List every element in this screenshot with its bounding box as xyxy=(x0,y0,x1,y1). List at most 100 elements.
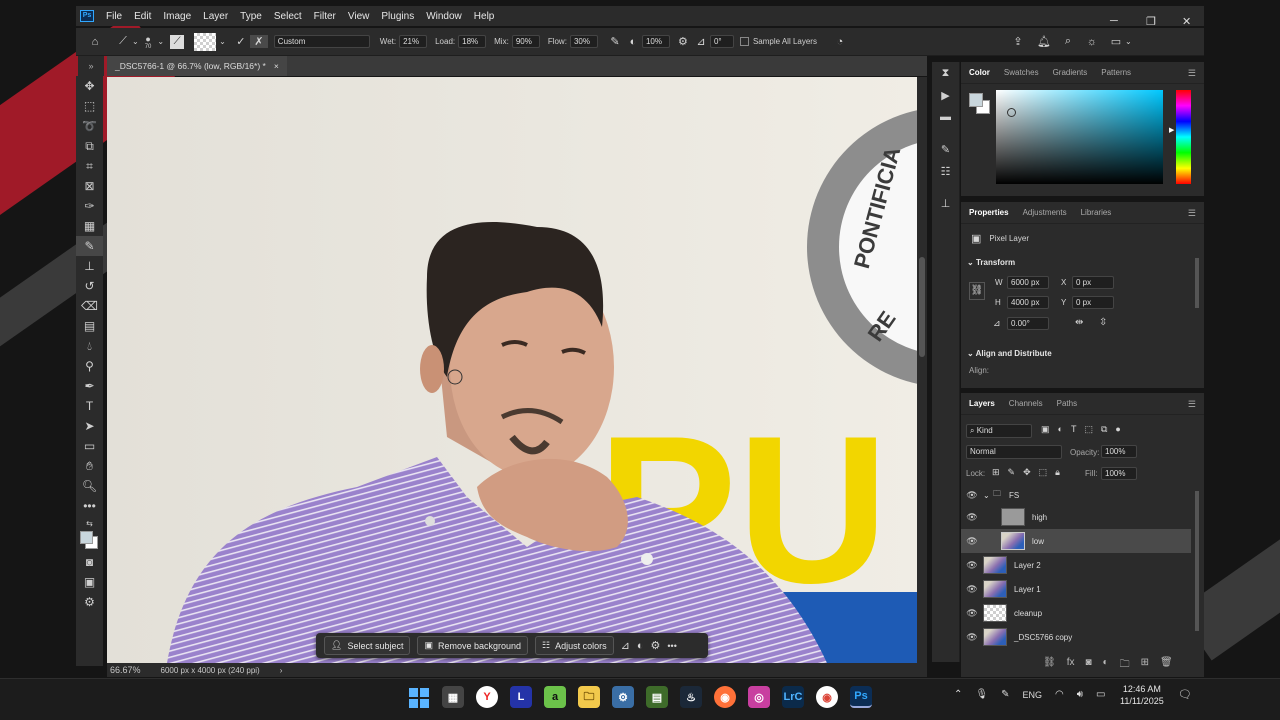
menu-type[interactable]: Type xyxy=(234,11,268,22)
filter-pixel-icon[interactable]: ▣ xyxy=(1041,424,1050,435)
hand-tool-icon[interactable]: ✋︎ xyxy=(76,456,103,476)
panel-menu-icon[interactable]: ☰ xyxy=(1188,208,1196,219)
chevron-down-icon[interactable]: ⌄ xyxy=(1125,37,1132,46)
edit-toolbar-icon[interactable]: ⚙ xyxy=(76,592,103,612)
yandex-browser-icon[interactable]: Y xyxy=(476,686,498,708)
l-app-icon[interactable]: L xyxy=(510,686,532,708)
brush-tool-icon[interactable]: ✎ xyxy=(76,236,103,256)
lock-transparent-icon[interactable]: ⊞ xyxy=(992,467,1000,478)
marquee-tool-icon[interactable]: ⬚ xyxy=(76,96,103,116)
layer-row-fs[interactable]: 👁︎ ⌄ 🗀︎ FS xyxy=(961,483,1191,507)
object-selection-tool-icon[interactable]: ⧉ xyxy=(76,136,103,156)
adjustment-icon[interactable]: ⚙ xyxy=(651,639,661,652)
healing-brush-tool-icon[interactable]: ▦ xyxy=(76,216,103,236)
clone-stamp-tool-icon[interactable]: ⊥ xyxy=(76,256,103,276)
menu-layer[interactable]: Layer xyxy=(197,11,234,22)
more-tools-icon[interactable]: ••• xyxy=(76,496,103,516)
lock-all-icon[interactable]: 🔒︎ xyxy=(1055,467,1060,478)
language-indicator[interactable]: ENG xyxy=(1022,690,1042,700)
clean-brush-icon[interactable]: ✗ xyxy=(249,35,268,48)
load-brush-icon[interactable]: ✓ xyxy=(232,35,250,48)
swap-colors-icon[interactable]: ⇆ xyxy=(76,516,103,530)
lock-image-icon[interactable]: ✎ xyxy=(1008,467,1016,478)
transform-header[interactable]: ⌄ Transform xyxy=(967,258,1015,267)
mix-field[interactable]: 90% xyxy=(511,35,540,48)
preset-select[interactable]: Custom xyxy=(273,35,370,48)
menu-image[interactable]: Image xyxy=(157,11,197,22)
blend-mode-select[interactable]: Normal xyxy=(966,445,1062,459)
eye-icon[interactable]: 👁︎ xyxy=(961,536,983,547)
zoom-level[interactable]: 66.67% xyxy=(110,665,141,675)
status-menu-arrow[interactable]: › xyxy=(280,666,283,675)
wet-field[interactable]: 21% xyxy=(399,35,428,48)
toggle-brush-panel-icon[interactable]: ⟋ xyxy=(170,34,185,49)
fill-field[interactable]: 100% xyxy=(1101,467,1137,480)
width-field[interactable]: 6000 px xyxy=(1007,276,1049,289)
lock-position-icon[interactable]: ✥ xyxy=(1023,467,1031,478)
filter-type-icon[interactable]: T xyxy=(1071,424,1077,435)
transform-icon[interactable]: ⊿ xyxy=(621,639,630,652)
chevron-down-icon[interactable]: ⌄ xyxy=(219,37,226,46)
more-options-icon[interactable]: ••• xyxy=(667,641,676,651)
select-subject-button[interactable]: 👤︎ Select subject xyxy=(324,636,411,655)
sample-all-checkbox[interactable] xyxy=(739,37,749,46)
tab-patterns[interactable]: Patterns xyxy=(1101,68,1131,77)
minimize-icon[interactable]: ─ xyxy=(1110,15,1118,27)
fx-icon[interactable]: fx xyxy=(1067,657,1075,674)
filter-adjustment-icon[interactable]: ◐ xyxy=(1058,424,1063,435)
foreground-color-swatch[interactable] xyxy=(80,531,93,544)
color-field[interactable] xyxy=(996,90,1163,184)
tab-channels[interactable]: Channels xyxy=(1009,399,1043,408)
chevron-down-icon[interactable]: ⌄ xyxy=(983,491,993,500)
home-icon[interactable]: ⌂ xyxy=(86,36,104,48)
history-icon[interactable]: ⧗ xyxy=(932,62,959,84)
stamp-icon[interactable]: ⊥ xyxy=(932,192,959,214)
menu-help[interactable]: Help xyxy=(468,11,501,22)
delete-layer-icon[interactable]: 🗑︎ xyxy=(1160,657,1173,674)
document-tab[interactable]: _DSC5766-1 @ 66.7% (low, RGB/16*) * × xyxy=(107,56,287,76)
menu-file[interactable]: File xyxy=(100,11,128,22)
layer-row-low[interactable]: 👁︎ low xyxy=(961,529,1191,553)
battery-icon[interactable]: ▭ xyxy=(1096,689,1105,700)
link-dimensions-icon[interactable]: ⛓ xyxy=(969,282,985,300)
chevron-down-icon[interactable]: ⌄ xyxy=(132,37,139,46)
flip-vertical-icon[interactable]: ⇳ xyxy=(1099,317,1107,328)
wifi-icon[interactable]: ◠ xyxy=(1055,689,1064,700)
search-icon[interactable]: ⌕ xyxy=(1059,35,1077,48)
windows-start-icon[interactable] xyxy=(408,686,430,708)
mixer-brush-icon[interactable]: ⟋ xyxy=(114,35,132,48)
zoom-tool-icon[interactable]: 🔍︎ xyxy=(76,476,103,496)
opacity-field[interactable]: 100% xyxy=(1101,445,1137,458)
smoothing-field[interactable]: 10% xyxy=(641,35,670,48)
steam-icon[interactable]: ♨ xyxy=(680,686,702,708)
dodge-tool-icon[interactable]: ⚲ xyxy=(76,356,103,376)
tab-gradients[interactable]: Gradients xyxy=(1053,68,1088,77)
rotation-field[interactable]: 0.00° xyxy=(1007,317,1049,330)
flip-horizontal-icon[interactable]: ⇹ xyxy=(1075,317,1083,328)
filter-shape-icon[interactable]: ⬚ xyxy=(1084,424,1093,435)
tab-swatches[interactable]: Swatches xyxy=(1004,68,1039,77)
current-load-swatch[interactable] xyxy=(194,32,217,51)
mask-icon[interactable]: ◐ xyxy=(637,640,644,652)
pressure-icon[interactable]: ◔ xyxy=(831,36,849,48)
path-selection-tool-icon[interactable]: ➤ xyxy=(76,416,103,436)
menu-view[interactable]: View xyxy=(342,11,376,22)
close-tab-icon[interactable]: × xyxy=(274,56,279,76)
menu-select[interactable]: Select xyxy=(268,11,308,22)
tab-libraries[interactable]: Libraries xyxy=(1081,208,1112,217)
move-tool-icon[interactable]: ✥ xyxy=(76,76,103,96)
color-swatches[interactable] xyxy=(76,530,103,552)
document-canvas[interactable]: PONTIFICIA RE PU xyxy=(107,77,917,663)
layer-row-layer-1[interactable]: 👁︎ Layer 1 xyxy=(961,577,1191,601)
eye-icon[interactable]: 👁︎ xyxy=(961,584,983,595)
pen-icon[interactable]: ✎ xyxy=(1001,689,1009,700)
kind-filter[interactable]: ⌕ Kind xyxy=(966,424,1032,438)
adjustment-layer-icon[interactable]: ◐ xyxy=(1103,657,1109,674)
gear-icon[interactable]: ⚙ xyxy=(674,35,692,48)
notification-icon[interactable]: 🗨︎ xyxy=(1178,688,1192,701)
camera-app-icon[interactable]: ◎ xyxy=(748,686,770,708)
pen-tool-icon[interactable]: ✒ xyxy=(76,376,103,396)
link-layers-icon[interactable]: ⛓ xyxy=(1043,657,1056,674)
screen-mode-icon[interactable]: ▣ xyxy=(76,572,103,592)
microphone-icon[interactable]: 🎙︎ xyxy=(975,689,988,700)
